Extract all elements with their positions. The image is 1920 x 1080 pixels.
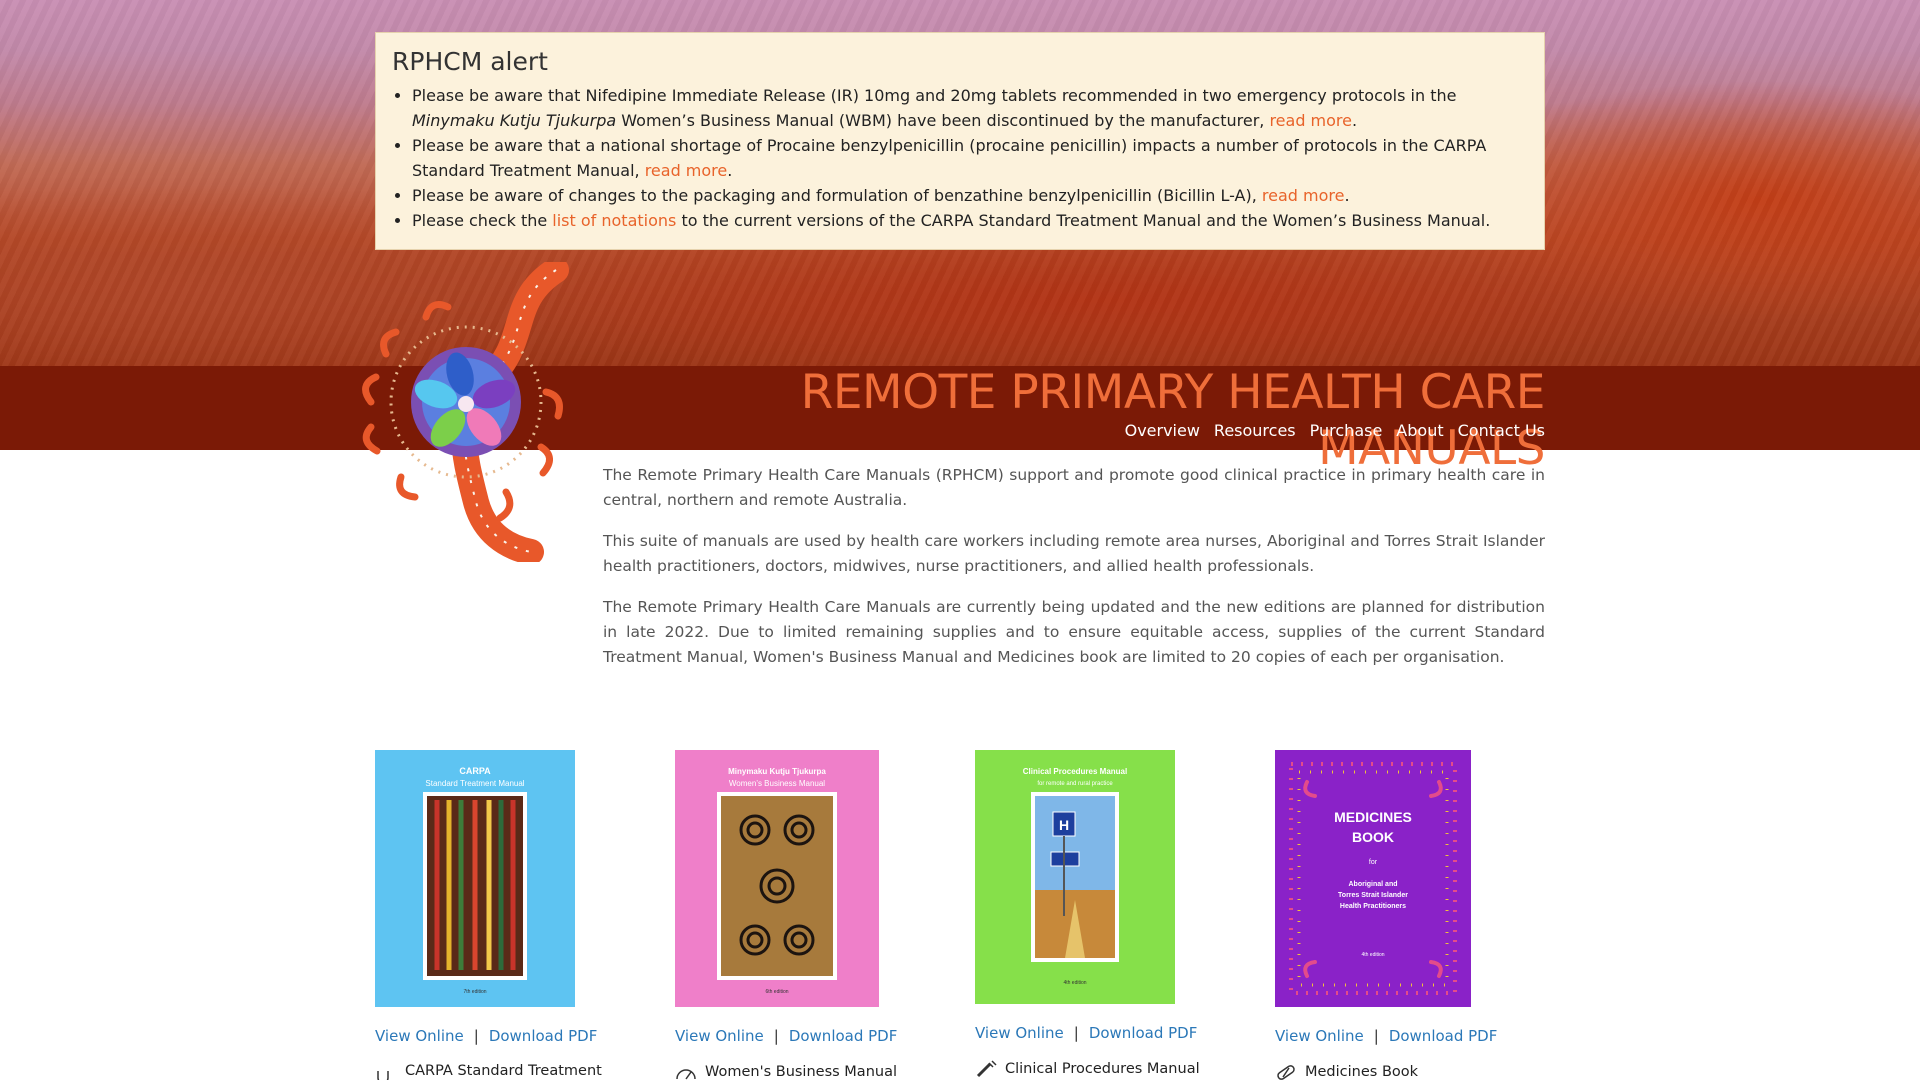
manual-name: Women's Business Manual [705,1064,897,1080]
download-pdf-link[interactable]: Download PDF [1389,1027,1498,1045]
nav-purchase[interactable]: Purchase [1310,421,1383,440]
manual-title[interactable]: Women's Business Manual [675,1063,945,1080]
nav-contact-us[interactable]: Contact Us [1458,421,1545,440]
cover-edition: 4th edition [1063,980,1086,986]
view-online-link[interactable]: View Online [675,1027,764,1045]
medicines-book-cover[interactable]: MEDICINES BOOK for Aboriginal and Torres… [1275,750,1471,1007]
alert-box: RPHCM alert Please be aware that Nifedip… [375,32,1545,250]
manual-name: Clinical Procedures Manual [1005,1061,1200,1077]
alert-text: to the current versions of the CARPA Sta… [676,211,1491,230]
manual-wbm: Minymaku Kutju Tjukurpa Women’s Business… [675,750,945,1080]
manual-links: View Online | Download PDF [1275,1027,1545,1045]
read-more-link[interactable]: read more [645,161,728,180]
main-nav: Overview Resources Purchase About Contac… [1125,421,1545,440]
manual-name: CARPA Standard Treatment Manual [405,1063,602,1080]
intro-paragraph: The Remote Primary Health Care Manuals (… [603,466,1545,509]
cover-line1: Clinical Procedures Manual [1023,767,1127,776]
link-separator: | [1373,1027,1379,1045]
alert-text: Please be aware that Nifedipine Immediat… [412,86,1457,105]
alert-text: Women’s Business Manual (WBM) have been … [616,111,1270,130]
cover-sub4: Health Practitioners [1340,903,1406,910]
cpm-cover[interactable]: Clinical Procedures Manual for remote an… [975,750,1175,1004]
alert-text: . [1352,111,1358,130]
intro-paragraph: The Remote Primary Health Care Manuals a… [603,598,1545,666]
cover-line2: for remote and rural practice [1037,781,1113,787]
alert-emphasis: Minymaku Kutju Tjukurpa [412,111,617,130]
stethoscope-icon [377,1071,389,1080]
manual-carpa-stm: CARPA Standard Treatment Manual 7th edit… [375,750,645,1080]
alert-text: . [1344,186,1350,205]
view-online-link[interactable]: View Online [375,1027,464,1045]
alert-text: Please be aware of changes to the packag… [412,186,1262,205]
pill-icon [1277,1065,1295,1080]
rphcm-logo[interactable] [356,262,591,562]
cover-edition: 7th edition [463,989,486,995]
link-separator: | [473,1027,479,1045]
cover-line1: MEDICINES [1334,809,1412,825]
manual-links: View Online | Download PDF [675,1027,945,1045]
read-more-link[interactable]: read more [1269,111,1352,130]
intro-section: The Remote Primary Health Care Manuals (… [603,463,1545,686]
alert-text: . [727,161,733,180]
cover-sub1: for [1369,859,1378,866]
link-separator: | [773,1027,779,1045]
cover-sub3: Torres Strait Islander [1338,892,1408,899]
nav-overview[interactable]: Overview [1125,421,1200,440]
svg-text:H: H [1059,817,1069,833]
download-pdf-link[interactable]: Download PDF [489,1027,598,1045]
syringe-icon [976,1060,997,1078]
view-online-link[interactable]: View Online [1275,1027,1364,1045]
download-pdf-link[interactable]: Download PDF [1089,1024,1198,1042]
alert-title: RPHCM alert [392,47,548,76]
wbm-cover[interactable]: Minymaku Kutju Tjukurpa Women’s Business… [675,750,879,1007]
cover-line1: CARPA [459,766,491,776]
manual-name: Medicines Book [1305,1064,1419,1080]
alert-item: Please be aware that Nifedipine Immediat… [412,83,1524,133]
notations-link[interactable]: list of notations [552,211,676,230]
cover-line2: BOOK [1352,829,1394,845]
download-pdf-link[interactable]: Download PDF [789,1027,898,1045]
cover-sub2: Aboriginal and [1349,881,1398,888]
manual-links: View Online | Download PDF [375,1027,645,1045]
cover-line2: Standard Treatment Manual [425,779,524,788]
cover-line1: Minymaku Kutju Tjukurpa [728,767,826,776]
alert-text: Please be aware that a national shortage… [412,136,1487,180]
manual-title[interactable]: CARPA Standard Treatment Manual [375,1063,645,1080]
cover-line2: Women’s Business Manual [729,779,825,788]
read-more-link[interactable]: read more [1262,186,1345,205]
alert-item: Please check the list of notations to th… [412,208,1524,233]
cover-edition: 6th edition [765,989,788,995]
view-online-link[interactable]: View Online [975,1024,1064,1042]
alert-item: Please be aware of changes to the packag… [412,183,1524,208]
alert-item: Please be aware that a national shortage… [412,133,1524,183]
link-separator: | [1073,1024,1079,1042]
nav-about[interactable]: About [1396,421,1443,440]
gauge-icon [676,1069,696,1080]
manual-title[interactable]: Medicines Book [1275,1063,1545,1080]
nav-resources[interactable]: Resources [1214,421,1296,440]
carpa-stm-cover[interactable]: CARPA Standard Treatment Manual 7th edit… [375,750,575,1007]
cover-edition: 4th edition [1361,952,1384,958]
manual-cpm: Clinical Procedures Manual for remote an… [975,750,1245,1078]
intro-paragraph: This suite of manuals are used by health… [603,532,1545,575]
alert-list: Please be aware that Nifedipine Immediat… [392,83,1524,233]
alert-text: Please check the [412,211,553,230]
manual-links: View Online | Download PDF [975,1024,1245,1042]
manual-medicines-book: MEDICINES BOOK for Aboriginal and Torres… [1275,750,1545,1080]
manual-title[interactable]: Clinical Procedures Manual [975,1060,1245,1078]
